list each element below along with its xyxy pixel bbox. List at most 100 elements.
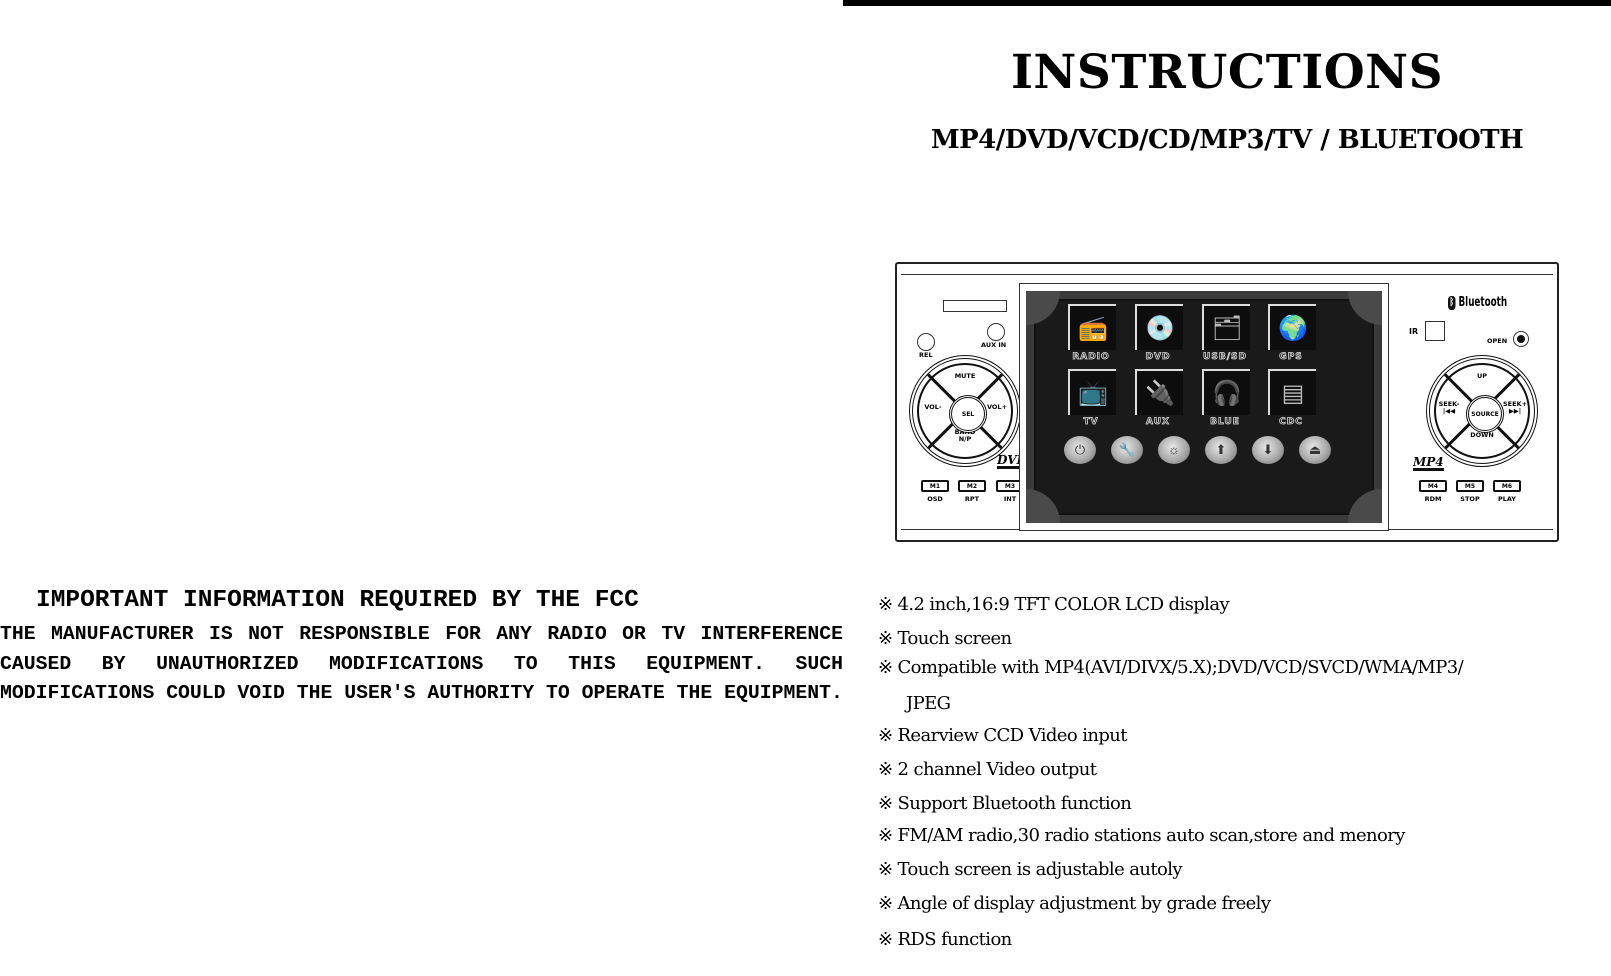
feature-item: ※ Rearview CCD Video input — [878, 725, 1128, 746]
open-button — [1513, 331, 1529, 347]
feature-text: Touch screen — [897, 628, 1012, 649]
m6-button: M6 — [1493, 480, 1521, 492]
fcc-body: THE MANUFACTURER IS NOT RESPONSIBLE FOR … — [0, 623, 843, 704]
ir-sensor — [1425, 321, 1445, 341]
feature-item: ※ 4.2 inch,16:9 TFT COLOR LCD display — [878, 594, 1230, 615]
radio-icon: 📻 — [1078, 315, 1108, 342]
m1-caption: OSD — [927, 495, 943, 503]
tile-label: AUX — [1146, 417, 1170, 428]
sel-button: SEL — [949, 395, 987, 433]
open-button-dot — [1517, 335, 1525, 343]
bluetooth-label: Bluetooth — [1458, 295, 1508, 310]
card-slot — [943, 300, 1007, 312]
feature-text: 4.2 inch,16:9 TFT COLOR LCD display — [897, 594, 1230, 615]
feature-item: ※ Touch screen — [878, 628, 1012, 649]
seek-forward-button: SEEK+ ▶▶| — [1503, 400, 1528, 415]
mp4-logo: MP4 — [1413, 455, 1444, 471]
m2-button: M2 — [958, 480, 986, 492]
head-unit-illustration: REL AUX IN MUTE VOL- VOL+ BAND N/P SEL D… — [895, 262, 1559, 542]
usb-sd-icon: 🗂 — [1211, 315, 1243, 342]
feature-text: Angle of display adjustment by grade fre… — [897, 893, 1271, 914]
feature-text: Touch screen is adjustable autoly — [897, 859, 1182, 880]
tile-radio: 📻 — [1068, 304, 1116, 350]
source-button: SOURCE — [1466, 395, 1504, 433]
tile-label: RADIO — [1072, 352, 1110, 363]
reference-mark-icon: ※ — [878, 859, 893, 880]
aux-in-label: AUX IN — [981, 341, 1007, 349]
left-dpad: MUTE VOL- VOL+ BAND N/P SEL — [909, 355, 1021, 467]
tile-cdc: ▤ — [1268, 369, 1316, 415]
reference-mark-icon: ※ — [878, 725, 893, 746]
ir-label: IR — [1409, 327, 1419, 336]
bluetooth-icon: ᛒ — [1448, 295, 1456, 310]
m1-button: M1 — [921, 480, 949, 492]
tile-aux: 🔌 — [1135, 369, 1183, 415]
feature-item: ※ FM/AM radio,30 radio stations auto scan… — [878, 825, 1405, 846]
tile-usb-sd: 🗂 — [1202, 304, 1250, 350]
tile-label: GPS — [1279, 352, 1303, 363]
screen-corner — [1026, 489, 1060, 523]
tile-label: BLUE — [1210, 417, 1240, 428]
m5-button: M5 — [1456, 480, 1484, 492]
tile-tv: 📺 — [1068, 369, 1116, 415]
feature-item: ※ Touch screen is adjustable autoly — [878, 859, 1183, 880]
tile-label: TV — [1083, 417, 1099, 428]
feature-item: ※ RDS function — [878, 929, 1012, 950]
tile-gps: 🌍 — [1268, 304, 1316, 350]
tile-label: CDC — [1279, 417, 1303, 428]
page-subtitle: MP4/DVD/VCD/CD/MP3/TV / BLUETOOTH — [930, 125, 1524, 155]
aux-in-jack — [987, 323, 1005, 341]
faceplate: REL AUX IN MUTE VOL- VOL+ BAND N/P SEL D… — [901, 274, 1553, 531]
m4-caption: RDM — [1424, 495, 1442, 503]
feature-text: RDS function — [897, 929, 1012, 950]
reference-mark-icon: ※ — [878, 594, 893, 615]
feature-text: FM/AM radio,30 radio stations auto scan,… — [897, 825, 1405, 846]
screen-corner — [1026, 291, 1060, 325]
m5-caption: STOP — [1460, 495, 1480, 503]
screen-corner — [1348, 291, 1382, 325]
vol-down-button: VOL- — [924, 403, 942, 411]
settings-wrench-icon: 🔧 — [1111, 436, 1143, 464]
page-title: INSTRUCTIONS — [1010, 45, 1444, 100]
tile-label: USB/SD — [1203, 352, 1247, 363]
reference-mark-icon: ※ — [878, 929, 893, 950]
disc-icon: 💿 — [1145, 315, 1175, 342]
fcc-title: IMPORTANT INFORMATION REQUIRED BY THE FC… — [36, 587, 639, 614]
open-label: OPEN — [1487, 337, 1508, 345]
aux-cables-icon: 🔌 — [1145, 380, 1175, 407]
rel-label: REL — [919, 351, 933, 359]
up-button: UP — [1476, 372, 1488, 380]
vol-up-button: VOL+ — [986, 403, 1008, 411]
feature-text: Rearview CCD Video input — [897, 725, 1127, 746]
down-button: DOWN — [1470, 431, 1494, 439]
tile-label: DVD — [1145, 352, 1171, 363]
feature-item: ※ 2 channel Video output — [878, 759, 1097, 780]
mute-button: MUTE — [954, 372, 976, 380]
reference-mark-icon: ※ — [878, 825, 893, 846]
feature-text: JPEG — [906, 693, 951, 714]
tile-blue: 🎧 — [1202, 369, 1250, 415]
reference-mark-icon: ※ — [878, 893, 893, 914]
tv-icon: 📺 — [1078, 380, 1108, 407]
touch-screen: 📻 RADIO 💿 DVD 🗂 USB/SD 🌍 GPS 📺 TV 🔌 AUX 🎧 BLUE ▤ CDC ⏻ 🔧… — [1026, 291, 1382, 523]
bluetooth-logo: ᛒ Bluetooth — [1448, 295, 1507, 310]
screen-bezel: 📻 RADIO 💿 DVD 🗂 USB/SD 🌍 GPS 📺 TV 🔌 AUX 🎧 BLUE ▤ CDC ⏻ 🔧… — [1019, 283, 1389, 531]
reference-mark-icon: ※ — [878, 759, 893, 780]
m2-caption: RPT — [964, 495, 980, 503]
rel-knob — [917, 333, 935, 351]
m6-caption: PLAY — [1497, 495, 1517, 503]
brightness-icon: ☼ — [1158, 436, 1190, 464]
feature-item: ※ Compatible with MP4(AVI/DIVX/5.X);DVD/V… — [878, 657, 1464, 678]
reference-mark-icon: ※ — [878, 628, 893, 649]
feature-text: Compatible with MP4(AVI/DIVX/5.X);DVD/VC… — [897, 657, 1464, 678]
globe-icon: 🌍 — [1278, 315, 1308, 342]
reference-mark-icon: ※ — [878, 793, 893, 814]
m4-button: M4 — [1419, 480, 1447, 492]
feature-text: Support Bluetooth function — [897, 793, 1132, 814]
bluetooth-headset-icon: 🎧 — [1212, 380, 1242, 407]
feature-item: ※ Support Bluetooth function — [878, 793, 1132, 814]
screen-corner — [1348, 489, 1382, 523]
reference-mark-icon: ※ — [878, 657, 893, 678]
cd-changer-icon: ▤ — [1281, 380, 1305, 407]
arrow-up-icon: ⬆ — [1205, 436, 1237, 464]
